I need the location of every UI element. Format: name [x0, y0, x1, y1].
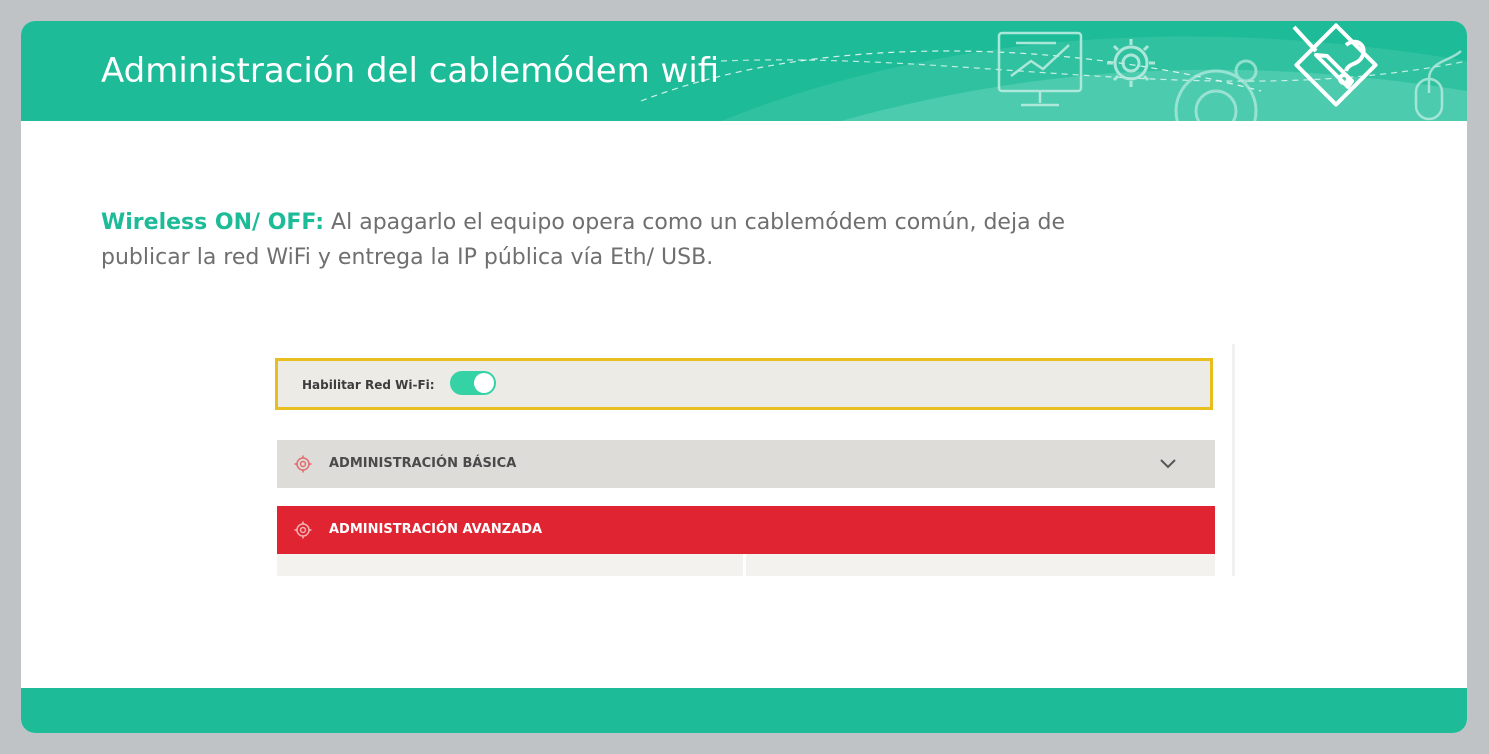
router-settings-screenshot: Habilitar Red Wi-Fi: ADMINISTRACIÓN BÁSI… — [275, 344, 1235, 576]
body-paragraph: Wireless ON/ OFF: Al apagarlo el equipo … — [101, 205, 1101, 275]
toggle-knob — [474, 373, 494, 393]
slide-title: Administración del cablemódem wifi — [101, 51, 720, 91]
header-banner: Administración del cablemódem wifi — [21, 21, 1467, 121]
screenshot-edge — [1232, 344, 1235, 576]
panel-divider — [743, 554, 746, 576]
footer-bar — [21, 688, 1467, 733]
settings-gear-icon — [294, 521, 312, 539]
slide: Administración del cablemódem wifi Wirel… — [21, 21, 1467, 733]
wifi-enable-row: Habilitar Red Wi-Fi: — [275, 358, 1213, 410]
tools-logo-icon — [1292, 23, 1378, 107]
advanced-content-panel — [277, 554, 1215, 576]
accordion-advanced-admin[interactable]: ADMINISTRACIÓN AVANZADA — [277, 506, 1215, 554]
chevron-down-icon[interactable] — [1159, 456, 1177, 470]
wifi-toggle[interactable] — [450, 371, 496, 395]
accordion-basic-label: ADMINISTRACIÓN BÁSICA — [329, 456, 517, 471]
body-keyword: Wireless ON/ OFF: — [101, 210, 325, 235]
accordion-advanced-label: ADMINISTRACIÓN AVANZADA — [329, 522, 543, 537]
accordion-basic-admin[interactable]: ADMINISTRACIÓN BÁSICA — [277, 440, 1215, 488]
settings-gear-icon — [294, 455, 312, 473]
wifi-enable-label: Habilitar Red Wi-Fi: — [302, 378, 435, 392]
